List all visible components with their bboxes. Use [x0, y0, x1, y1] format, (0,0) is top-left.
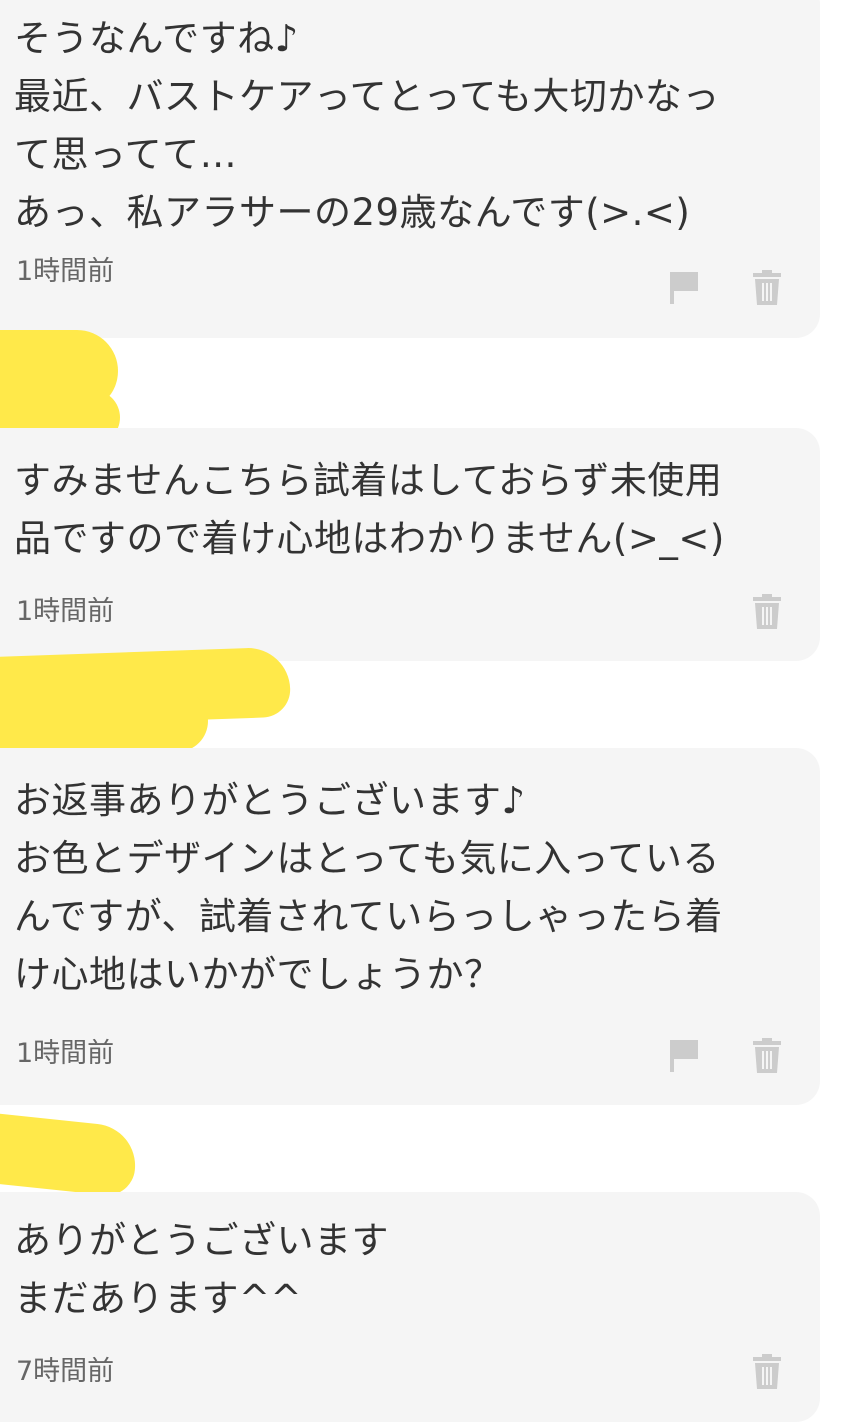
comment-message: そうなんですね♪ 最近、バストケアってとっても大切かなっ て思ってて… あっ、私… — [14, 17, 720, 234]
comment-time: 1時間前 — [16, 1038, 115, 1069]
trash-icon[interactable] — [752, 1038, 788, 1078]
comment-message: お返事ありがとうございます♪ お色とデザインはとっても気に入っている んですが、… — [14, 779, 723, 996]
trash-icon[interactable] — [752, 1354, 788, 1394]
flag-icon[interactable] — [668, 270, 704, 310]
comment-time: 1時間前 — [16, 596, 115, 627]
comment-thread: { "comments": [ { "message": "そうなんですね♪\n… — [0, 0, 862, 1422]
comment-time: 7時間前 — [16, 1356, 115, 1387]
highlight-mark — [0, 690, 208, 752]
comment-bubble: すみませんこちら試着はしておらず未使用 品ですので着け心地はわかりません(>_<… — [0, 428, 820, 661]
highlight-mark — [0, 1112, 140, 1198]
comment-bubble: そうなんですね♪ 最近、バストケアってとっても大切かなっ て思ってて… あっ、私… — [0, 0, 820, 338]
trash-icon[interactable] — [752, 270, 788, 310]
comment-bubble: ありがとうございます まだあります^^ 7時間前 — [0, 1192, 820, 1422]
comment-message: ありがとうございます まだあります^^ — [14, 1219, 389, 1320]
trash-icon[interactable] — [752, 594, 788, 634]
comment-message: すみませんこちら試着はしておらず未使用 品ですので着け心地はわかりません(>_<… — [14, 459, 725, 560]
flag-icon[interactable] — [668, 1038, 704, 1078]
comment-time: 1時間前 — [16, 256, 115, 287]
comment-bubble: お返事ありがとうございます♪ お色とデザインはとっても気に入っている んですが、… — [0, 748, 820, 1105]
